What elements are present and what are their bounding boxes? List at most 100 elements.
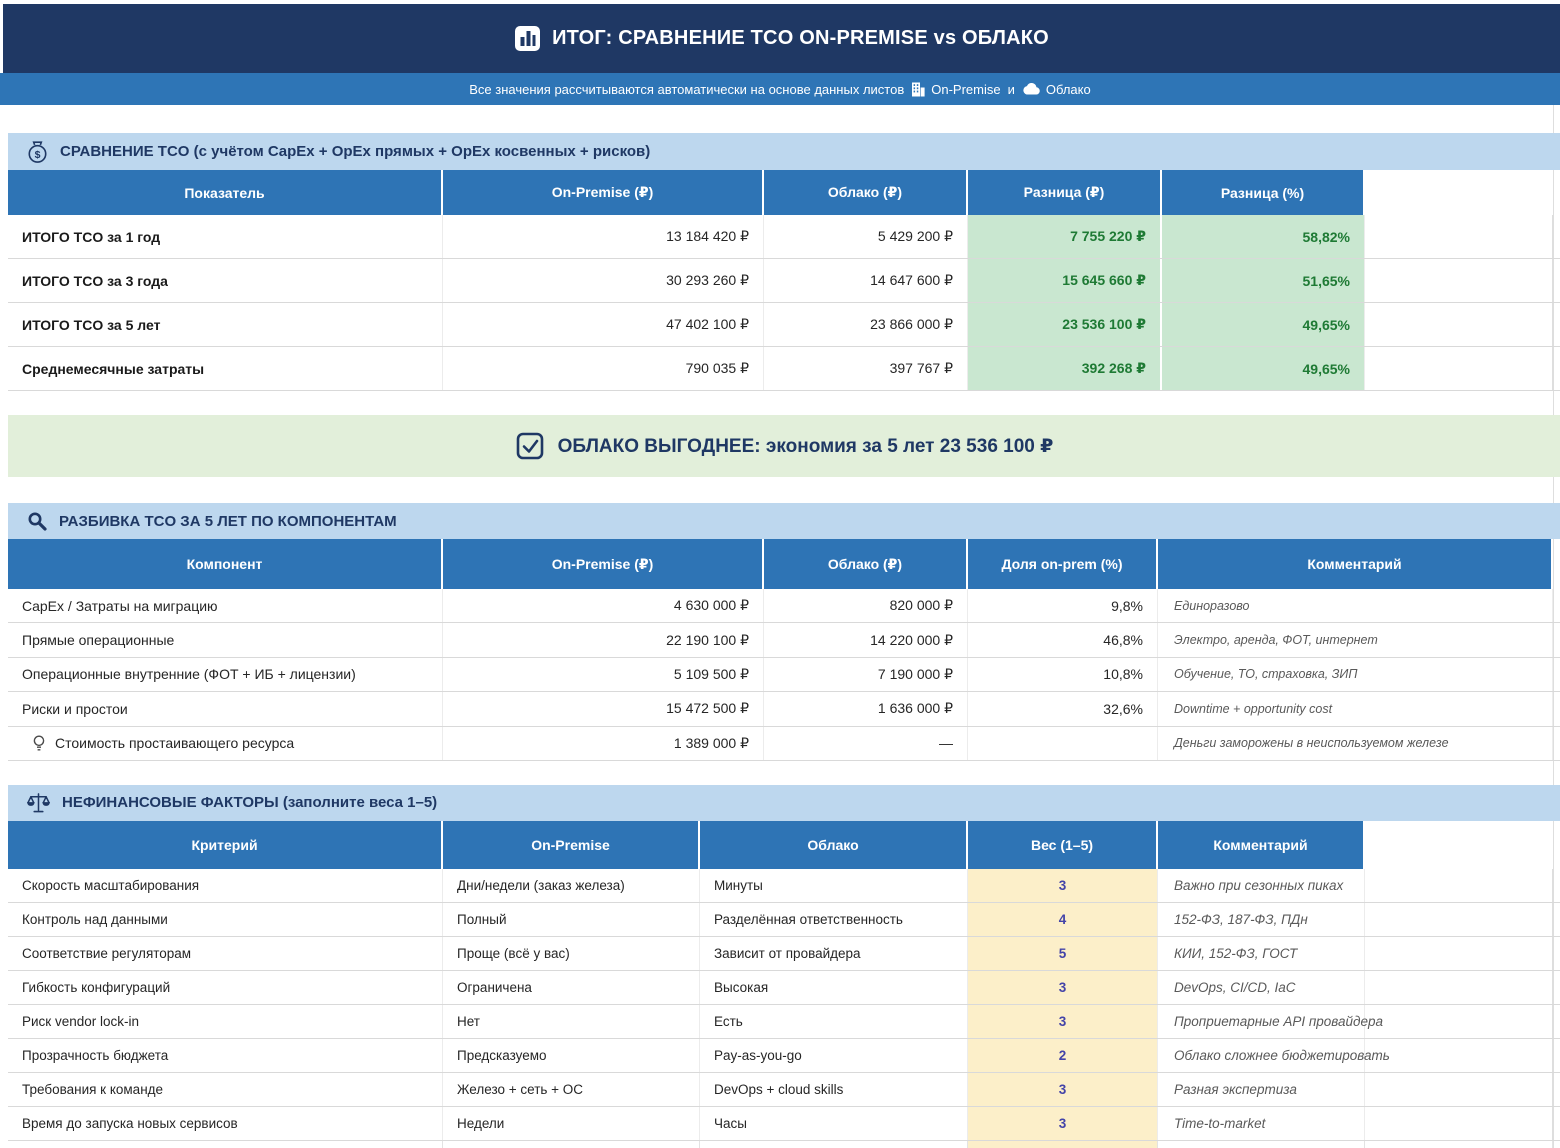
cloud-value-cell[interactable]: 1 636 000 ₽ — [764, 692, 968, 725]
cloud-factor-cell: Часы — [700, 1107, 968, 1140]
grid-margin — [1365, 903, 1560, 936]
grid-margin — [1365, 971, 1560, 1004]
grid-margin — [1365, 347, 1560, 390]
bar-chart-icon — [514, 25, 541, 52]
table-row: Прямые операционные 22 190 100 ₽ 14 220 … — [8, 623, 1560, 657]
info-bar: Все значения рассчитываются автоматическ… — [0, 73, 1560, 105]
sheet-title-bar: ИТОГ: СРАВНЕНИЕ TCO ON-PREMISE vs ОБЛАКО — [3, 4, 1560, 73]
criterion-label: Время до запуска новых сервисов — [8, 1107, 443, 1140]
onprem-value-cell[interactable]: 30 293 260 ₽ — [443, 259, 764, 302]
section-factors-header: НЕФИНАНСОВЫЕ ФАКТОРЫ (заполните веса 1–5… — [8, 785, 1560, 821]
onprem-value-cell[interactable]: 13 184 420 ₽ — [443, 215, 764, 258]
weight-input-cell[interactable]: 3 — [968, 1073, 1158, 1106]
weight-input-cell[interactable]: 2 — [968, 1039, 1158, 1072]
page-title: ИТОГ: СРАВНЕНИЕ TCO ON-PREMISE vs ОБЛАКО — [552, 27, 1049, 50]
criterion-label: Контроль над данными — [8, 903, 443, 936]
table-row: Гибкость конфигураций Ограничена Высокая… — [8, 971, 1560, 1005]
onprem-value-cell[interactable]: 1 389 000 ₽ — [443, 727, 764, 760]
table-row: Скорость масштабирования Дни/недели (зак… — [8, 869, 1560, 903]
weight-input-cell[interactable]: 3 — [968, 1005, 1158, 1038]
weight-input-cell[interactable]: 3 — [968, 971, 1158, 1004]
cloud-icon — [1022, 83, 1040, 95]
cloud-factor-cell: Pay-as-you-go — [700, 1039, 968, 1072]
column-header: On-Premise (₽) — [443, 170, 764, 215]
weight-input-cell[interactable]: 3 — [968, 1107, 1158, 1140]
cloud-value-cell[interactable]: 820 000 ₽ — [764, 589, 968, 622]
magnifier-icon — [27, 511, 47, 531]
cloud-value-cell[interactable]: 14 647 600 ₽ — [764, 259, 968, 302]
column-header: Компонент — [8, 539, 443, 589]
grid-margin — [1365, 1073, 1560, 1106]
onprem-factor-cell: Нет — [443, 1005, 700, 1038]
component-label: Операционные внутренние (ФОТ + ИБ + лице… — [8, 658, 443, 691]
cloud-value-cell[interactable]: 14 220 000 ₽ — [764, 623, 968, 656]
onprem-value-cell[interactable]: 5 109 500 ₽ — [443, 658, 764, 691]
spacer — [0, 391, 1560, 415]
component-label: CapEx / Затраты на миграцию — [8, 589, 443, 622]
cloud-value-cell[interactable]: 23 866 000 ₽ — [764, 303, 968, 346]
criterion-label: Прозрачность бюджета — [8, 1039, 443, 1072]
cloud-value-cell[interactable]: 5 429 200 ₽ — [764, 215, 968, 258]
cloud-factor-cell: Разделённая ответственность — [700, 903, 968, 936]
svg-text:$: $ — [35, 148, 41, 160]
spacer — [0, 105, 1560, 133]
partial-next-row — [8, 1141, 1560, 1148]
comment-cell: Облако сложнее бюджетировать — [1158, 1039, 1365, 1072]
cloud-value-cell[interactable]: — — [764, 727, 968, 760]
comment-cell: Электро, аренда, ФОТ, интернет — [1158, 623, 1553, 656]
column-header: Комментарий — [1158, 821, 1365, 869]
onprem-value-cell[interactable]: 15 472 500 ₽ — [443, 692, 764, 725]
comment-cell: Разная экспертиза — [1158, 1073, 1365, 1106]
criterion-label: Гибкость конфигураций — [8, 971, 443, 1004]
component-label: Риски и простои — [8, 692, 443, 725]
table-header-row: Компонент On-Premise (₽) Облако (₽) Доля… — [8, 539, 1560, 589]
lightbulb-icon — [32, 734, 46, 753]
grid-margin — [1365, 869, 1560, 902]
comment-cell: Time-to-market — [1158, 1107, 1365, 1140]
checked-checkbox-icon — [515, 431, 545, 461]
table-row: ИТОГО TCO за 3 года 30 293 260 ₽ 14 647 … — [8, 259, 1560, 303]
comment-cell: Обучение, ТО, страховка, ЗИП — [1158, 658, 1553, 691]
criterion-label: Требования к команде — [8, 1073, 443, 1106]
comment-cell: Важно при сезонных пиках — [1158, 869, 1365, 902]
component-label: Стоимость простаивающего ресурса — [8, 727, 443, 760]
info-text: Все значения рассчитываются автоматическ… — [469, 82, 904, 97]
onprem-value-cell[interactable]: 790 035 ₽ — [443, 347, 764, 390]
tco-row-label: Среднемесячные затраты — [8, 347, 443, 390]
weight-input-cell[interactable]: 3 — [968, 869, 1158, 902]
column-header: Показатель — [8, 170, 443, 215]
onprem-value-cell[interactable]: 47 402 100 ₽ — [443, 303, 764, 346]
component-label: Прямые операционные — [8, 623, 443, 656]
criterion-label: Скорость масштабирования — [8, 869, 443, 902]
share-cell: 9,8% — [968, 589, 1158, 622]
building-icon — [911, 82, 925, 97]
onprem-sheet-link-label: On-Premise — [931, 82, 1000, 97]
column-header: Критерий — [8, 821, 443, 869]
cloud-factor-cell: Минуты — [700, 869, 968, 902]
column-header: Облако (₽) — [764, 539, 968, 589]
info-conjunction: и — [1008, 82, 1015, 97]
comment-cell: Проприетарные API провайдера — [1158, 1005, 1365, 1038]
onprem-factor-cell: Полный — [443, 903, 700, 936]
column-header: Облако — [700, 821, 968, 869]
cloud-value-cell[interactable]: 397 767 ₽ — [764, 347, 968, 390]
column-header: Комментарий — [1158, 539, 1553, 589]
comment-cell: Downtime + opportunity cost — [1158, 692, 1553, 725]
spacer — [0, 477, 1560, 503]
onprem-factor-cell: Недели — [443, 1107, 700, 1140]
onprem-factor-cell: Проще (всё у вас) — [443, 937, 700, 970]
section-tco-comparison-header: $ СРАВНЕНИЕ TCO (с учётом CapEx + OpEx п… — [8, 133, 1560, 170]
weight-input-cell[interactable]: 4 — [968, 903, 1158, 936]
onprem-value-cell[interactable]: 4 630 000 ₽ — [443, 589, 764, 622]
onprem-factor-cell: Дни/недели (заказ железа) — [443, 869, 700, 902]
grid-margin — [1553, 589, 1560, 622]
diff-pct-cell: 49,65% — [1162, 347, 1365, 390]
tco-comparison-table: Показатель On-Premise (₽) Облако (₽) Раз… — [8, 170, 1560, 391]
criterion-label: Соответствие регуляторам — [8, 937, 443, 970]
column-header: On-Premise (₽) — [443, 539, 764, 589]
cloud-value-cell[interactable]: 7 190 000 ₽ — [764, 658, 968, 691]
cloud-factor-cell: Высокая — [700, 971, 968, 1004]
column-header: On-Premise — [443, 821, 700, 869]
onprem-value-cell[interactable]: 22 190 100 ₽ — [443, 623, 764, 656]
weight-input-cell[interactable]: 5 — [968, 937, 1158, 970]
